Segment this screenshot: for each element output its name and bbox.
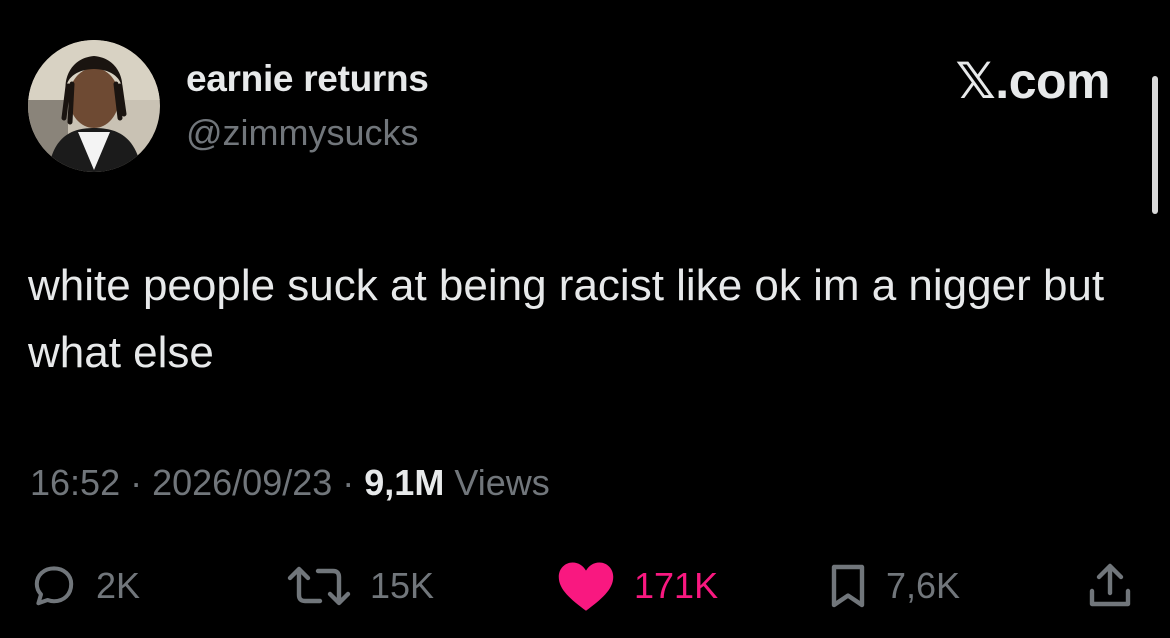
tweet-text: white people suck at being racist like o… — [28, 261, 1105, 377]
author-handle[interactable]: @zimmysucks — [186, 112, 419, 154]
author-display-name[interactable]: earnie returns — [186, 58, 429, 100]
repost-count: 15K — [370, 565, 435, 606]
heart-icon — [558, 562, 614, 611]
bookmark-icon — [831, 564, 865, 608]
bookmark-count: 7,6K — [886, 565, 961, 606]
share-icon — [1089, 563, 1131, 607]
views-count: 9,1M — [364, 462, 445, 503]
repost-icon — [287, 566, 351, 606]
views-label: Views — [454, 462, 550, 503]
x-logo: 𝕏.com — [955, 53, 1111, 109]
like-button[interactable]: 171K — [556, 556, 718, 616]
repost-button[interactable]: 15K — [286, 556, 434, 616]
share-button[interactable] — [1086, 556, 1134, 616]
tweet-meta: 16:52 · 2026/09/23 · 9,1M Views — [30, 462, 550, 504]
meta-separator: · — [332, 462, 365, 503]
bookmark-button[interactable]: 7,6K — [828, 556, 960, 616]
tweet-date[interactable]: 2026/09/23 — [152, 462, 332, 503]
reply-icon — [34, 566, 74, 606]
reply-button[interactable]: 2K — [30, 556, 140, 616]
scrollbar[interactable] — [1152, 76, 1158, 214]
tweet-time[interactable]: 16:52 — [30, 462, 120, 503]
avatar[interactable] — [28, 40, 160, 172]
avatar-photo — [28, 40, 160, 172]
reply-count: 2K — [96, 565, 141, 606]
meta-separator: · — [120, 462, 153, 503]
like-count: 171K — [634, 565, 719, 606]
tweet-actions: 2K 15K 171K 7,6K — [0, 556, 1170, 616]
